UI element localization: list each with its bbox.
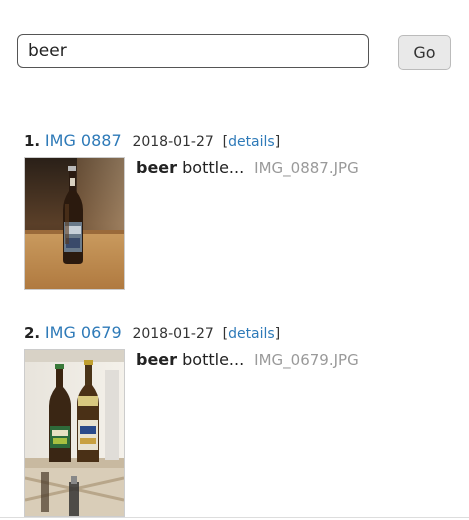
result-thumbnail[interactable]: [24, 349, 125, 517]
beer-bottle-photo-icon: [25, 158, 124, 289]
details-wrapper: [details]: [223, 326, 281, 342]
result-snippet: beer bottle... IMG_0887.JPG: [136, 157, 359, 179]
result-title-link[interactable]: IMG 0887: [45, 131, 122, 150]
result-filename: IMG_0887.JPG: [254, 159, 359, 177]
bottom-divider: [0, 517, 469, 518]
details-bracket-close: ]: [274, 134, 281, 150]
beer-bottles-photo-icon: [25, 350, 124, 516]
result-body: beer bottle... IMG_0887.JPG: [24, 157, 359, 290]
details-link[interactable]: details: [228, 134, 275, 150]
snippet-highlight: beer: [136, 350, 178, 369]
result-header: 1. IMG 0887 2018-01-27 [details]: [24, 131, 280, 152]
result-item: 1. IMG 0887 2018-01-27 [details] beer bo…: [24, 131, 359, 290]
snippet-highlight: beer: [136, 158, 178, 177]
result-header: 2. IMG 0679 2018-01-27 [details]: [24, 323, 280, 344]
result-number: 2.: [24, 324, 41, 342]
snippet-text: bottle...: [177, 158, 245, 177]
details-wrapper: [details]: [223, 134, 281, 150]
result-thumbnail[interactable]: [24, 157, 125, 290]
result-body: beer bottle... IMG_0679.JPG: [24, 349, 359, 517]
search-bar: Go: [17, 34, 451, 70]
snippet-text: bottle...: [177, 350, 245, 369]
result-snippet: beer bottle... IMG_0679.JPG: [136, 349, 359, 371]
result-title-link[interactable]: IMG 0679: [45, 323, 122, 342]
search-input[interactable]: [17, 34, 369, 68]
result-date: 2018-01-27: [132, 326, 214, 342]
result-number: 1.: [24, 132, 41, 150]
details-bracket-close: ]: [274, 326, 281, 342]
result-date: 2018-01-27: [132, 134, 214, 150]
result-item: 2. IMG 0679 2018-01-27 [details] beer bo…: [24, 323, 359, 517]
result-filename: IMG_0679.JPG: [254, 351, 359, 369]
details-link[interactable]: details: [228, 326, 275, 342]
go-button[interactable]: Go: [398, 35, 451, 70]
